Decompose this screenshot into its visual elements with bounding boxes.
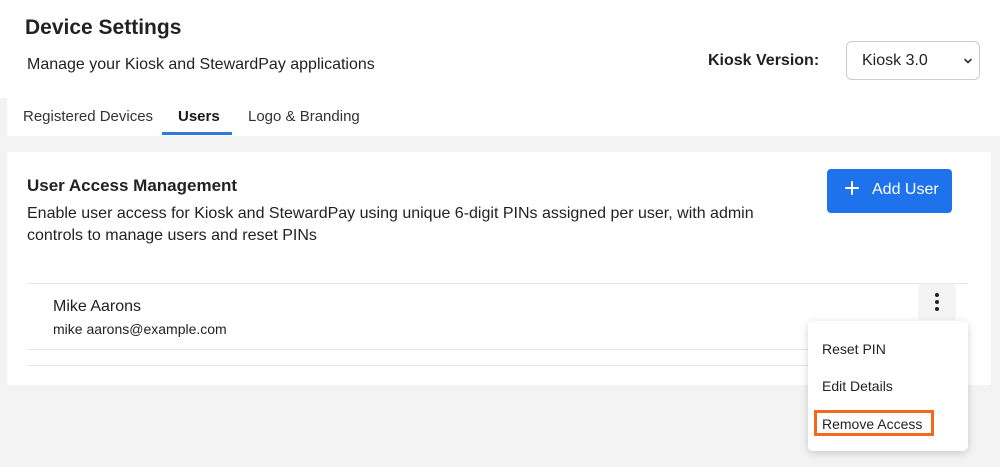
- user-email: mike aarons@example.com: [53, 321, 227, 337]
- card-title: User Access Management: [27, 176, 238, 195]
- add-user-button[interactable]: Add User: [827, 169, 952, 213]
- kiosk-version-value: Kiosk 3.0: [862, 52, 928, 69]
- chevron-updown-icon: [964, 58, 972, 64]
- menu-item-reset-pin[interactable]: Reset PIN: [822, 341, 886, 357]
- tab-registered-devices[interactable]: Registered Devices: [23, 108, 153, 125]
- menu-item-edit-details[interactable]: Edit Details: [822, 378, 893, 394]
- page-subtitle: Manage your Kiosk and StewardPay applica…: [27, 56, 375, 73]
- page-header: Device Settings Manage your Kiosk and St…: [0, 0, 1000, 98]
- tab-logo-branding[interactable]: Logo & Branding: [248, 108, 360, 125]
- page-title: Device Settings: [25, 16, 182, 39]
- tab-bar-edge: [0, 98, 7, 136]
- kiosk-version-select[interactable]: Kiosk 3.0: [846, 41, 980, 80]
- tab-users[interactable]: Users: [178, 108, 220, 125]
- active-tab-indicator: [162, 132, 232, 135]
- kebab-dot: [935, 293, 939, 297]
- plus-icon: [845, 181, 859, 195]
- tab-bar: Registered Devices Users Logo & Branding: [0, 98, 1000, 136]
- add-user-label: Add User: [872, 181, 939, 198]
- card-description: Enable user access for Kiosk and Steward…: [27, 205, 754, 244]
- kebab-menu-icon[interactable]: [918, 284, 956, 320]
- user-actions-menu: Reset PIN Edit Details Remove Access: [808, 321, 968, 451]
- menu-item-remove-access[interactable]: Remove Access: [822, 416, 922, 432]
- kiosk-version-label: Kiosk Version:: [708, 52, 820, 69]
- kebab-dot: [935, 307, 939, 311]
- kebab-dot: [935, 300, 939, 304]
- divider: [27, 283, 968, 284]
- user-name: Mike Aarons: [53, 298, 142, 315]
